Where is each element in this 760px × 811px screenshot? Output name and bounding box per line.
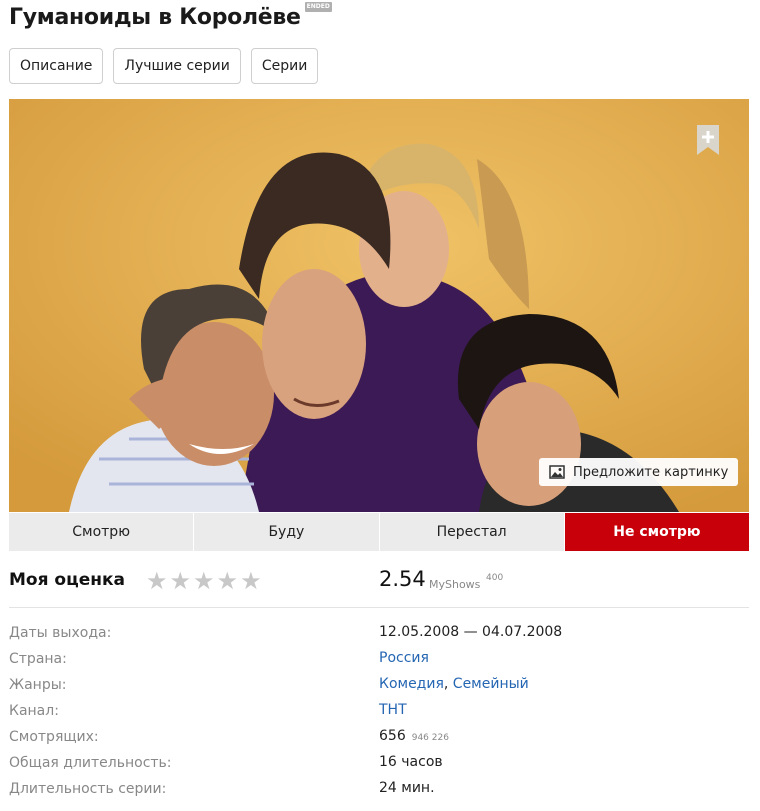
watchers-value: 656 946 226 <box>379 728 449 744</box>
poster-illustration <box>9 99 749 512</box>
info-row-total-length: Общая длительность: 16 часов <box>9 750 749 776</box>
dates-value: 12.05.2008 — 04.07.2008 <box>379 624 563 640</box>
star-1-icon[interactable]: ★ <box>146 568 168 594</box>
suggest-image-button[interactable]: Предложите картинку <box>539 458 739 486</box>
country-label: Страна: <box>9 651 67 667</box>
info-row-watchers: Смотрящих: 656 946 226 <box>9 724 749 750</box>
info-row-genres: Жанры: Комедия, Семейный <box>9 672 749 698</box>
channel-link[interactable]: ТНТ <box>379 702 407 718</box>
status-badge: ENDED <box>304 2 332 12</box>
total-length-value: 16 часов <box>379 754 443 770</box>
genre-link[interactable]: Семейный <box>453 676 529 692</box>
country-link[interactable]: Россия <box>379 650 429 666</box>
rating-row: Моя оценка ★ ★ ★ ★ ★ 2.54 MyShows 400 <box>9 564 749 600</box>
status-not-watching-button[interactable]: Не смотрю <box>564 513 749 551</box>
info-row-channel: Канал: ТНТ <box>9 698 749 724</box>
dates-label: Даты выхода: <box>9 625 112 641</box>
genre-link[interactable]: Комедия <box>379 676 444 692</box>
status-watching-button[interactable]: Смотрю <box>9 513 195 551</box>
score-source: MyShows <box>429 578 481 591</box>
info-row-dates: Даты выхода: 12.05.2008 — 04.07.2008 <box>9 620 749 646</box>
suggest-image-label: Предложите картинку <box>573 464 729 480</box>
page-title: Гуманоиды в Королёве <box>9 5 301 30</box>
episode-length-value: 24 мин. <box>379 780 435 796</box>
tab-bar: Описание Лучшие серии Серии <box>9 48 319 84</box>
status-will-watch-button[interactable]: Буду <box>194 513 380 551</box>
genre-separator: , <box>443 676 449 692</box>
show-info: Даты выхода: 12.05.2008 — 04.07.2008 Стр… <box>9 620 749 802</box>
status-stopped-button[interactable]: Перестал <box>379 513 565 551</box>
star-5-icon[interactable]: ★ <box>240 568 262 594</box>
tab-best-episodes[interactable]: Лучшие серии <box>113 48 241 84</box>
genres-label: Жанры: <box>9 677 67 693</box>
channel-label: Канал: <box>9 703 59 719</box>
title-block: Гуманоиды в Королёве ENDED <box>9 2 332 36</box>
star-rating: ★ ★ ★ ★ ★ <box>146 568 262 594</box>
watchers-total: 946 226 <box>411 733 449 743</box>
watchers-label: Смотрящих: <box>9 729 99 745</box>
info-row-episode-length: Длительность серии: 24 мин. <box>9 776 749 802</box>
total-length-label: Общая длительность: <box>9 755 172 771</box>
image-icon <box>549 465 565 479</box>
star-3-icon[interactable]: ★ <box>193 568 215 594</box>
average-score: 2.54 <box>379 567 426 591</box>
watch-status-bar: Смотрю Буду Перестал Не смотрю <box>9 513 749 551</box>
my-rating-label: Моя оценка <box>9 570 125 590</box>
watchers-count: 656 <box>379 728 406 744</box>
info-row-country: Страна: Россия <box>9 646 749 672</box>
bookmark-plus-icon[interactable] <box>697 125 719 155</box>
tab-episodes[interactable]: Серии <box>250 48 319 84</box>
score-votes: 400 <box>486 573 504 583</box>
star-2-icon[interactable]: ★ <box>170 568 192 594</box>
episode-length-label: Длительность серии: <box>9 781 167 797</box>
genres-value: Комедия, Семейный <box>379 676 529 692</box>
tab-description[interactable]: Описание <box>9 48 104 84</box>
show-poster: Предложите картинку <box>9 99 749 512</box>
divider <box>9 607 749 608</box>
star-4-icon[interactable]: ★ <box>217 568 239 594</box>
